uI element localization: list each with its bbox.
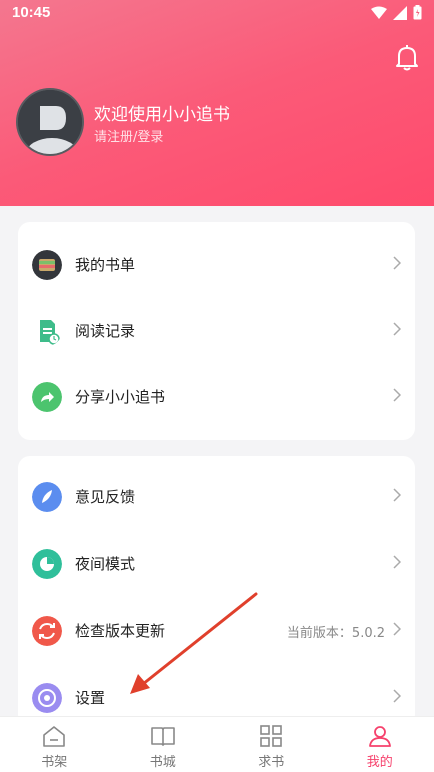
tab-bookshelf[interactable]: 书架 xyxy=(0,717,109,772)
status-time: 10:45 xyxy=(12,4,51,21)
login-link[interactable]: 请注册/登录 xyxy=(94,126,163,145)
tab-bookstore[interactable]: 书城 xyxy=(109,717,218,772)
chevron-right-icon xyxy=(393,555,401,569)
chevron-right-icon xyxy=(393,689,401,703)
notification-bell-icon[interactable] xyxy=(394,44,420,72)
menu-card-secondary: 意见反馈 夜间模式 检查版本更新 当前版本：5.0.2 设置 xyxy=(18,456,415,726)
menu-label: 我的书单 xyxy=(75,256,136,274)
version-text: 当前版本：5.0.2 xyxy=(286,626,385,641)
reading-history-icon xyxy=(40,320,60,345)
menu-item-share[interactable]: 分享小小追书 xyxy=(18,364,415,430)
menu-label: 阅读记录 xyxy=(75,322,136,340)
menu-label: 分享小小追书 xyxy=(75,388,166,406)
tab-label: 我的 xyxy=(366,755,393,770)
update-icon xyxy=(32,616,62,646)
settings-icon xyxy=(32,683,62,713)
chevron-right-icon xyxy=(393,322,401,336)
profile-icon xyxy=(368,726,391,747)
tab-request[interactable]: 求书 xyxy=(217,717,326,772)
menu-item-feedback[interactable]: 意见反馈 xyxy=(18,464,415,530)
menu-label: 意见反馈 xyxy=(75,488,136,506)
chevron-right-icon xyxy=(393,388,401,402)
battery-icon xyxy=(413,5,422,20)
menu-label: 夜间模式 xyxy=(75,555,136,573)
menu-item-reading-history[interactable]: 阅读记录 xyxy=(18,298,415,364)
menu-item-book-list[interactable]: 我的书单 xyxy=(18,232,415,298)
chevron-right-icon xyxy=(393,488,401,502)
book-list-icon xyxy=(32,250,62,280)
avatar-placeholder-icon xyxy=(18,90,82,154)
tab-label: 书架 xyxy=(41,755,68,770)
tab-label: 求书 xyxy=(258,755,285,770)
status-icons xyxy=(371,5,422,20)
share-icon xyxy=(32,382,62,412)
chevron-right-icon xyxy=(393,256,401,270)
avatar[interactable] xyxy=(16,88,84,156)
night-mode-icon xyxy=(32,549,62,579)
feedback-icon xyxy=(32,482,62,512)
menu-label: 检查版本更新 xyxy=(75,622,166,640)
request-icon xyxy=(260,725,283,747)
profile-header: 10:45 欢迎使用小小追书 请注册/登录 xyxy=(0,0,434,206)
signal-icon xyxy=(393,5,407,20)
menu-item-night-mode[interactable]: 夜间模式 xyxy=(18,531,415,597)
menu-label: 设置 xyxy=(75,689,106,707)
welcome-text[interactable]: 欢迎使用小小追书 xyxy=(94,100,230,125)
status-bar: 10:45 xyxy=(0,0,434,28)
bookshelf-icon xyxy=(43,726,66,747)
tab-label: 书城 xyxy=(149,755,176,770)
menu-card-primary: 我的书单 阅读记录 分享小小追书 xyxy=(18,222,415,440)
menu-item-check-update[interactable]: 检查版本更新 当前版本：5.0.2 xyxy=(18,598,415,664)
chevron-right-icon xyxy=(393,622,401,636)
tab-profile[interactable]: 我的 xyxy=(326,717,434,772)
bookstore-icon xyxy=(150,727,175,746)
bottom-tab-bar: 书架 书城 求书 我的 xyxy=(0,716,434,772)
wifi-icon xyxy=(371,6,387,19)
